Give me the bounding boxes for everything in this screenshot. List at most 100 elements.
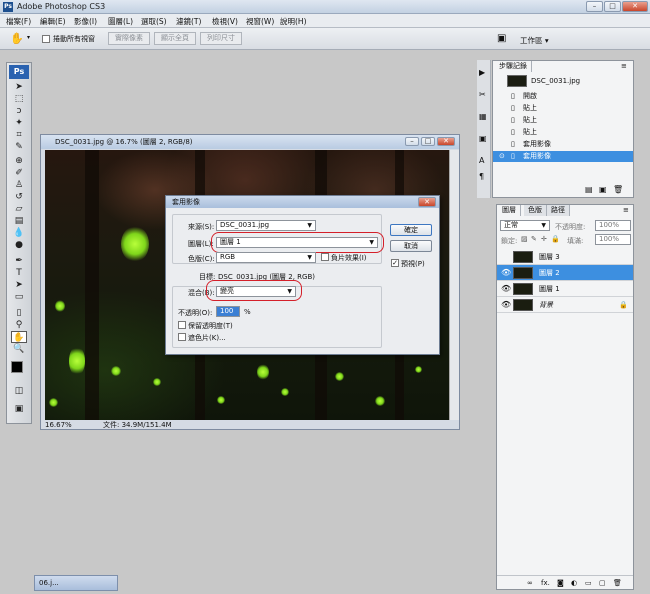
- layer-row-1[interactable]: 👁 圖層 1: [497, 281, 633, 297]
- clone-stamp-tool-icon[interactable]: ♙: [11, 179, 27, 191]
- marquee-tool-icon[interactable]: ⬚: [11, 93, 27, 105]
- history-step[interactable]: ▯ 貼上: [493, 115, 633, 126]
- eyedropper-tool-icon[interactable]: ⚲: [11, 319, 27, 331]
- fit-screen-button[interactable]: 顯示全頁: [154, 32, 196, 45]
- link-icon[interactable]: ∞: [527, 576, 533, 590]
- zoom-tool-icon[interactable]: 🔍: [11, 343, 27, 355]
- menu-help[interactable]: 說明(H): [280, 16, 307, 27]
- lock-pixels-icon[interactable]: ✎: [531, 235, 537, 243]
- blend-mode-select[interactable]: 正常 ▼: [500, 220, 550, 231]
- type-tool-icon[interactable]: T: [11, 267, 27, 279]
- history-step[interactable]: ▯ 開啟: [493, 91, 633, 102]
- tab-layers[interactable]: 圖層: [498, 205, 521, 216]
- scroll-all-windows-checkbox[interactable]: [42, 35, 50, 43]
- menu-file[interactable]: 檔案(F): [6, 16, 31, 27]
- crop-tool-icon[interactable]: ⌗: [11, 129, 27, 141]
- lock-position-icon[interactable]: ✛: [541, 235, 547, 243]
- tool-preset-dropdown-icon[interactable]: ▾: [27, 34, 30, 41]
- path-selection-tool-icon[interactable]: ➤: [11, 279, 27, 291]
- panel-menu-icon[interactable]: ≡: [621, 62, 627, 70]
- layer-row-background[interactable]: 👁 背景 🔒: [497, 297, 633, 313]
- tab-paths[interactable]: 路徑: [547, 205, 570, 216]
- quick-mask-icon[interactable]: ◫: [11, 385, 27, 397]
- menu-window[interactable]: 視窗(W): [246, 16, 274, 27]
- menu-layer[interactable]: 圖層(L): [108, 16, 133, 27]
- doc-close-button[interactable]: ✕: [437, 137, 455, 146]
- opacity-field[interactable]: 100%: [595, 220, 631, 231]
- pen-tool-icon[interactable]: ✒: [11, 255, 27, 267]
- history-step[interactable]: ▯ 套用影像: [493, 139, 633, 150]
- mask-icon[interactable]: ◙: [557, 576, 564, 590]
- workspace-menu[interactable]: 工作區 ▾: [520, 35, 549, 46]
- tab-channels[interactable]: 色版: [524, 205, 547, 216]
- history-tab[interactable]: 步驟記錄: [495, 61, 532, 72]
- minimized-document[interactable]: 06.j...: [34, 575, 118, 591]
- print-size-button[interactable]: 列印尺寸: [200, 32, 242, 45]
- fill-field[interactable]: 100%: [595, 234, 631, 245]
- invert-checkbox[interactable]: [321, 253, 329, 261]
- close-button[interactable]: ✕: [622, 1, 648, 12]
- actions-panel-icon[interactable]: ✂: [479, 90, 486, 99]
- dialog-close-button[interactable]: ✕: [418, 197, 436, 207]
- preserve-transparency-checkbox[interactable]: [178, 321, 186, 329]
- trash-icon[interactable]: 🗑: [613, 185, 623, 194]
- channel-select[interactable]: RGB ▼: [216, 252, 316, 263]
- preview-checkbox[interactable]: ✓: [391, 259, 399, 267]
- menu-image[interactable]: 影像(I): [74, 16, 97, 27]
- history-step[interactable]: ▯ 貼上: [493, 127, 633, 138]
- new-document-icon[interactable]: ▤: [585, 185, 593, 194]
- history-step[interactable]: ▯ 貼上: [493, 103, 633, 114]
- brushes-panel-icon[interactable]: ▦: [479, 112, 487, 121]
- fx-icon[interactable]: fx.: [541, 576, 550, 590]
- maximize-button[interactable]: □: [604, 1, 621, 12]
- actual-pixels-button[interactable]: 實際像素: [108, 32, 150, 45]
- screen-mode-icon[interactable]: ▣: [11, 403, 27, 415]
- slice-tool-icon[interactable]: ✎: [11, 141, 27, 153]
- eraser-tool-icon[interactable]: ▱: [11, 203, 27, 215]
- doc-maximize-button[interactable]: □: [421, 137, 435, 146]
- layer-row-2[interactable]: 👁 圖層 2: [497, 265, 633, 281]
- trash-icon[interactable]: 🗑: [613, 576, 622, 590]
- menu-view[interactable]: 檢視(V): [212, 16, 238, 27]
- eye-icon[interactable]: 👁: [501, 281, 511, 297]
- hand-tool-icon[interactable]: ✋: [10, 32, 24, 45]
- tool-presets-icon[interactable]: ▣: [479, 134, 487, 143]
- vertical-scrollbar[interactable]: [449, 150, 459, 420]
- brush-tool-icon[interactable]: ✐: [11, 167, 27, 179]
- cancel-button[interactable]: 取消: [390, 240, 432, 252]
- notes-tool-icon[interactable]: ▯: [11, 307, 27, 319]
- layer-row-3[interactable]: 圖層 3: [497, 249, 633, 265]
- eye-icon[interactable]: 👁: [501, 297, 511, 313]
- blur-tool-icon[interactable]: 💧: [11, 227, 27, 239]
- character-panel-icon[interactable]: A: [479, 156, 484, 165]
- paragraph-panel-icon[interactable]: ¶: [479, 172, 484, 181]
- hand-tool-icon[interactable]: ✋: [11, 331, 27, 343]
- eye-icon[interactable]: 👁: [501, 265, 511, 281]
- menu-select[interactable]: 選取(S): [141, 16, 167, 27]
- file-info[interactable]: 文件: 34.9M/151.4M: [103, 420, 172, 430]
- menu-edit[interactable]: 編輯(E): [40, 16, 66, 27]
- magic-wand-tool-icon[interactable]: ✦: [11, 117, 27, 129]
- ok-button[interactable]: 確定: [390, 224, 432, 236]
- dodge-tool-icon[interactable]: ●: [11, 239, 27, 251]
- mask-checkbox[interactable]: [178, 333, 186, 341]
- folder-icon[interactable]: ▭: [585, 576, 592, 590]
- snapshot-icon[interactable]: ▣: [599, 185, 607, 194]
- history-brush-tool-icon[interactable]: ↺: [11, 191, 27, 203]
- lock-transparency-icon[interactable]: ▨: [521, 235, 528, 243]
- menu-filter[interactable]: 濾鏡(T): [176, 16, 201, 27]
- move-tool-icon[interactable]: ➤: [11, 81, 27, 93]
- adjustment-icon[interactable]: ◐: [571, 576, 577, 590]
- history-panel-icon[interactable]: ▶: [479, 68, 485, 77]
- lasso-tool-icon[interactable]: ↄ: [11, 105, 27, 117]
- lock-all-icon[interactable]: 🔒: [551, 235, 560, 243]
- opacity-input[interactable]: 100: [216, 306, 240, 317]
- minimize-button[interactable]: –: [586, 1, 603, 12]
- source-select[interactable]: DSC_0031.jpg ▼: [216, 220, 316, 231]
- history-step-selected[interactable]: ⊙ ▯ 套用影像: [493, 151, 633, 162]
- zoom-level[interactable]: 16.67%: [45, 421, 72, 429]
- gradient-tool-icon[interactable]: ▤: [11, 215, 27, 227]
- doc-minimize-button[interactable]: –: [405, 137, 419, 146]
- foreground-color-swatch[interactable]: [11, 361, 23, 373]
- snapshot-name[interactable]: DSC_0031.jpg: [531, 77, 580, 85]
